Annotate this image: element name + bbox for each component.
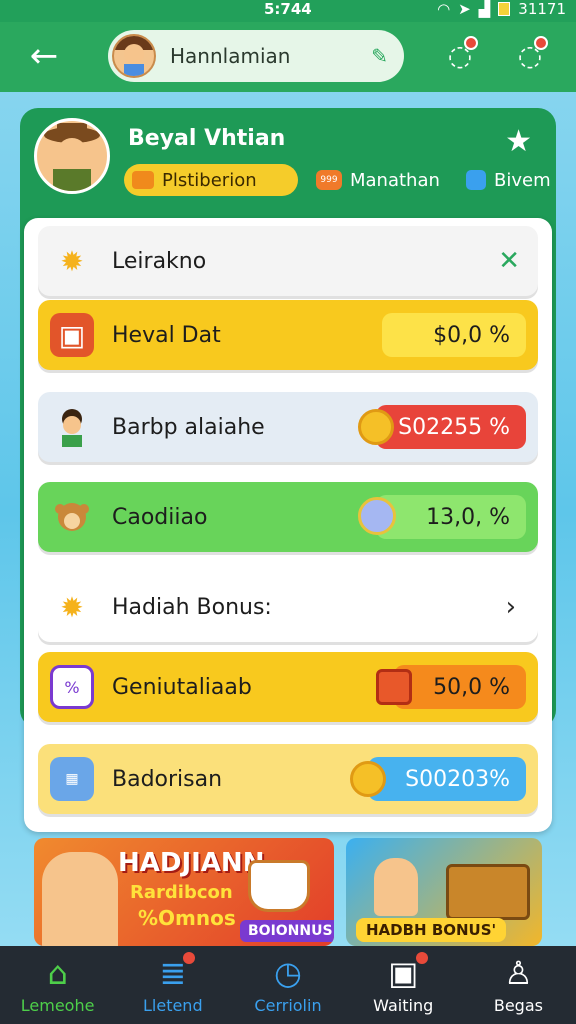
badge-bivem[interactable]: Bivem	[466, 164, 551, 196]
home-icon: ⌂	[47, 954, 68, 992]
status-time: 5:744	[264, 0, 312, 18]
gift-box-icon: ▣	[50, 313, 94, 357]
value-text: 13,0, %	[426, 504, 510, 530]
banner-subtitle: Rardibcon	[130, 882, 233, 903]
reward-list: ✹ Leirakno ✕ ▣ Heval Dat $0,0 % Barbp al…	[24, 218, 552, 832]
notification-dot	[415, 952, 428, 964]
list-item[interactable]: Barbp alaiahe S02255 %	[38, 392, 538, 462]
star-icon[interactable]: ★	[505, 124, 532, 159]
badge-manathan[interactable]: 999 Manathan	[316, 164, 440, 196]
list-item[interactable]: Caodiiao 13,0, %	[38, 482, 538, 552]
notification-dot	[534, 36, 548, 50]
list-item[interactable]: ✹ Hadiah Bonus: ›	[38, 572, 538, 642]
arrow-left-icon: ←	[29, 36, 59, 76]
coin-icon	[350, 761, 386, 797]
status-bar: 5:744 ◠ ➤ ▟ 31171	[0, 0, 576, 22]
username: Hannlamian	[170, 44, 291, 68]
banner-subtitle-2: %Omnos	[138, 906, 236, 930]
location-icon: ➤	[458, 0, 471, 18]
banner-tag: BOIONNUS	[240, 920, 334, 942]
close-icon[interactable]: ✕	[498, 246, 520, 276]
badge-plstiberion[interactable]: Plstiberion	[124, 164, 298, 196]
nav-item-list[interactable]: ≣ Lletend	[115, 946, 230, 1024]
list-item[interactable]: ✹ Leirakno ✕	[38, 226, 538, 296]
nav-item-home[interactable]: ⌂ Lemeohe	[0, 946, 115, 1024]
coupon-icon: %	[50, 665, 94, 709]
boy-avatar-icon	[50, 405, 94, 449]
treasure-chest-icon	[446, 864, 530, 920]
sun-icon: ✹	[60, 590, 84, 624]
value-text: 50,0 %	[433, 674, 510, 700]
nav-label: Lletend	[142, 996, 203, 1015]
value-text: S00203%	[405, 766, 510, 792]
gold-bars-icon	[376, 669, 412, 705]
list-item[interactable]: % Geniutaliaab 50,0 %	[38, 652, 538, 722]
row-label: Leirakno	[112, 248, 207, 274]
clock-icon: ◷	[274, 954, 302, 992]
nav-label: Waiting	[373, 996, 434, 1015]
wifi-icon: ◠	[437, 0, 451, 18]
chat-button[interactable]: ◌	[438, 34, 482, 78]
ticket-icon: ▦	[50, 757, 94, 801]
pencil-icon[interactable]: ✎	[371, 44, 388, 68]
monkey-icon	[50, 495, 94, 539]
battery-icon	[498, 2, 511, 16]
value-pill: S02255 %	[358, 405, 526, 449]
sun-icon: ✹	[60, 244, 84, 278]
badge-label: Plstiberion	[162, 169, 257, 191]
nav-label: Begas	[493, 996, 543, 1015]
profile-name: Beyal Vhtian	[128, 126, 286, 151]
back-button[interactable]: ←	[22, 34, 66, 78]
avatar	[112, 34, 156, 78]
app-header: ← Hannlamian ✎ ◌ ◌	[0, 22, 576, 92]
nav-item-profile[interactable]: ♙ Begas	[461, 946, 576, 1024]
list-item[interactable]: ▣ Heval Dat $0,0 %	[38, 300, 538, 370]
value-pill: 50,0 %	[376, 665, 526, 709]
badge-label: Manathan	[350, 169, 440, 191]
coin-icon	[358, 409, 394, 445]
profile-avatar	[34, 118, 110, 194]
banner-tag: HADBH BONUS'	[356, 918, 507, 942]
nav-item-clock[interactable]: ◷ Cerriolin	[230, 946, 345, 1024]
nav-label: Lemeohe	[20, 996, 95, 1015]
user-pill[interactable]: Hannlamian ✎	[108, 30, 404, 82]
promo-banner-left[interactable]: HADJIANN Rardibcon %Omnos BOIONNUS	[34, 838, 334, 946]
character-image	[374, 858, 418, 916]
nav-label: Cerriolin	[254, 996, 322, 1015]
banner-title: HADJIANN	[118, 848, 265, 878]
signal-icon: ▟	[478, 0, 491, 18]
notification-dot	[464, 36, 478, 50]
character-image	[42, 852, 118, 946]
value-text: S02255 %	[398, 414, 510, 440]
messages-button[interactable]: ◌	[508, 34, 552, 78]
list-item[interactable]: ▦ Badorisan S00203%	[38, 744, 538, 814]
row-label: Hadiah Bonus:	[112, 594, 272, 620]
tag-icon	[132, 171, 154, 189]
info-icon	[466, 170, 486, 190]
promo-banner-right[interactable]: HADBH BONUS'	[346, 838, 542, 946]
chevron-right-icon: ›	[505, 592, 516, 622]
battery-text: 31171	[518, 0, 566, 18]
gem-icon	[358, 497, 396, 535]
badge-label: Bivem	[494, 169, 551, 191]
status-icons: ◠ ➤ ▟ 31171	[437, 0, 566, 18]
coffee-cup-icon	[248, 860, 310, 912]
value-pill: S00203%	[350, 757, 526, 801]
ticket-icon: 999	[316, 170, 342, 190]
bottom-nav: ⌂ Lemeohe ≣ Lletend ◷ Cerriolin ▣ Waitin…	[0, 946, 576, 1024]
user-icon: ♙	[504, 954, 533, 992]
value-pill: 13,0, %	[358, 495, 526, 539]
notification-dot	[183, 952, 196, 964]
value-pill: $0,0 %	[382, 313, 526, 357]
value-text: $0,0 %	[433, 322, 510, 348]
nav-item-wallet[interactable]: ▣ Waiting	[346, 946, 461, 1024]
